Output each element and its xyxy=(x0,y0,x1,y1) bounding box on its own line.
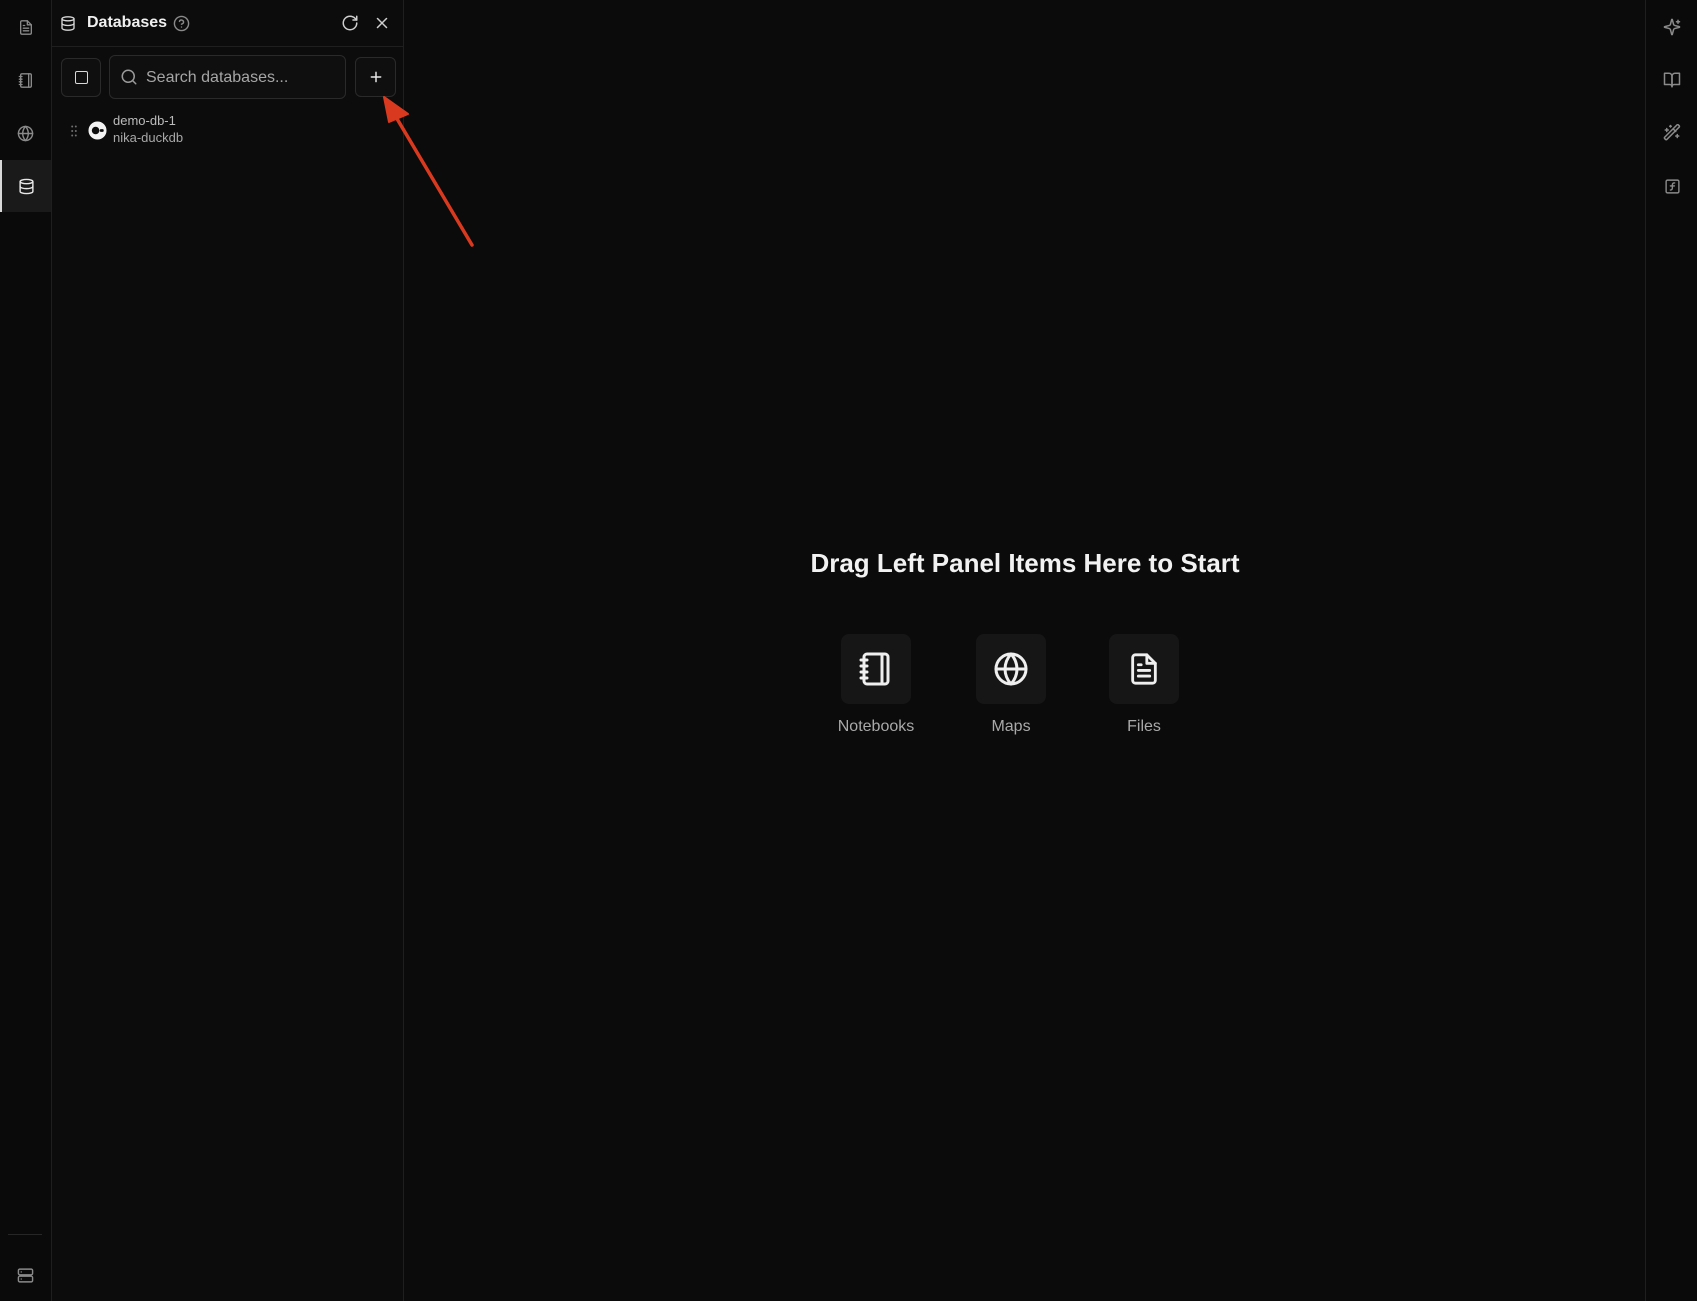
refresh-icon xyxy=(342,15,358,31)
file-text-icon xyxy=(19,19,32,35)
activity-files-button[interactable] xyxy=(0,1,51,53)
empty-state-title: Drag Left Panel Items Here to Start xyxy=(810,548,1240,578)
activity-maps-button[interactable] xyxy=(0,107,51,159)
database-type: nika-duckdb xyxy=(113,130,184,145)
activity-servers-button[interactable] xyxy=(0,1249,51,1301)
search-input[interactable] xyxy=(144,66,339,90)
right-activity-bar xyxy=(1645,0,1697,1301)
select-all-checkbox[interactable] xyxy=(61,58,101,97)
search-icon xyxy=(120,68,138,91)
activity-bar xyxy=(0,0,52,1301)
maps-tile-box xyxy=(976,634,1046,704)
refresh-button[interactable] xyxy=(341,14,359,37)
docs-button[interactable] xyxy=(1646,54,1697,106)
notebooks-tile-box xyxy=(841,634,911,704)
maps-tile[interactable]: Maps xyxy=(961,634,1061,754)
magic-wand-icon xyxy=(1663,124,1681,141)
add-database-button[interactable] xyxy=(355,57,396,97)
help-icon[interactable] xyxy=(173,15,190,37)
workspace-drop-area[interactable]: Drag Left Panel Items Here to Start Note… xyxy=(405,0,1645,1301)
notebooks-tile[interactable]: Notebooks xyxy=(826,634,926,754)
notebooks-tile-label: Notebooks xyxy=(837,718,915,735)
activity-databases-button[interactable] xyxy=(0,160,51,212)
maps-tile-label: Maps xyxy=(991,718,1031,735)
database-icon xyxy=(19,178,34,194)
notebook-icon xyxy=(18,72,32,88)
activity-divider xyxy=(8,1234,42,1235)
function-icon xyxy=(1664,178,1680,194)
panel-title: Databases xyxy=(87,14,168,31)
databases-panel: Databases Search databases... demo-db-1 … xyxy=(52,0,404,1301)
server-icon xyxy=(17,1267,34,1283)
checkbox-box xyxy=(74,71,88,84)
duckdb-icon xyxy=(88,121,107,140)
file-text-icon xyxy=(1131,653,1157,685)
close-icon xyxy=(376,17,388,29)
functions-button[interactable] xyxy=(1646,160,1697,212)
search-box xyxy=(109,55,346,99)
activity-notebooks-button[interactable] xyxy=(0,54,51,106)
plus-icon xyxy=(370,71,381,83)
notebook-icon xyxy=(859,652,890,686)
database-list-item[interactable]: demo-db-1 nika-duckdb xyxy=(66,110,386,150)
book-open-icon xyxy=(1663,72,1681,88)
panel-header: Databases xyxy=(52,0,403,47)
close-panel-button[interactable] xyxy=(373,14,391,37)
globe-icon xyxy=(17,125,34,141)
sparkles-icon xyxy=(1663,18,1681,36)
database-icon xyxy=(60,15,76,37)
files-tile-box xyxy=(1109,634,1179,704)
magic-tools-button[interactable] xyxy=(1646,107,1697,159)
files-tile-label: Files xyxy=(1127,718,1161,735)
database-name: demo-db-1 xyxy=(113,113,176,128)
ai-assistant-button[interactable] xyxy=(1646,1,1697,53)
app-window: Databases Search databases... demo-db-1 … xyxy=(0,0,1697,1301)
files-tile[interactable]: Files xyxy=(1094,634,1194,754)
globe-icon xyxy=(994,652,1028,686)
drag-handle-icon[interactable] xyxy=(71,124,77,142)
